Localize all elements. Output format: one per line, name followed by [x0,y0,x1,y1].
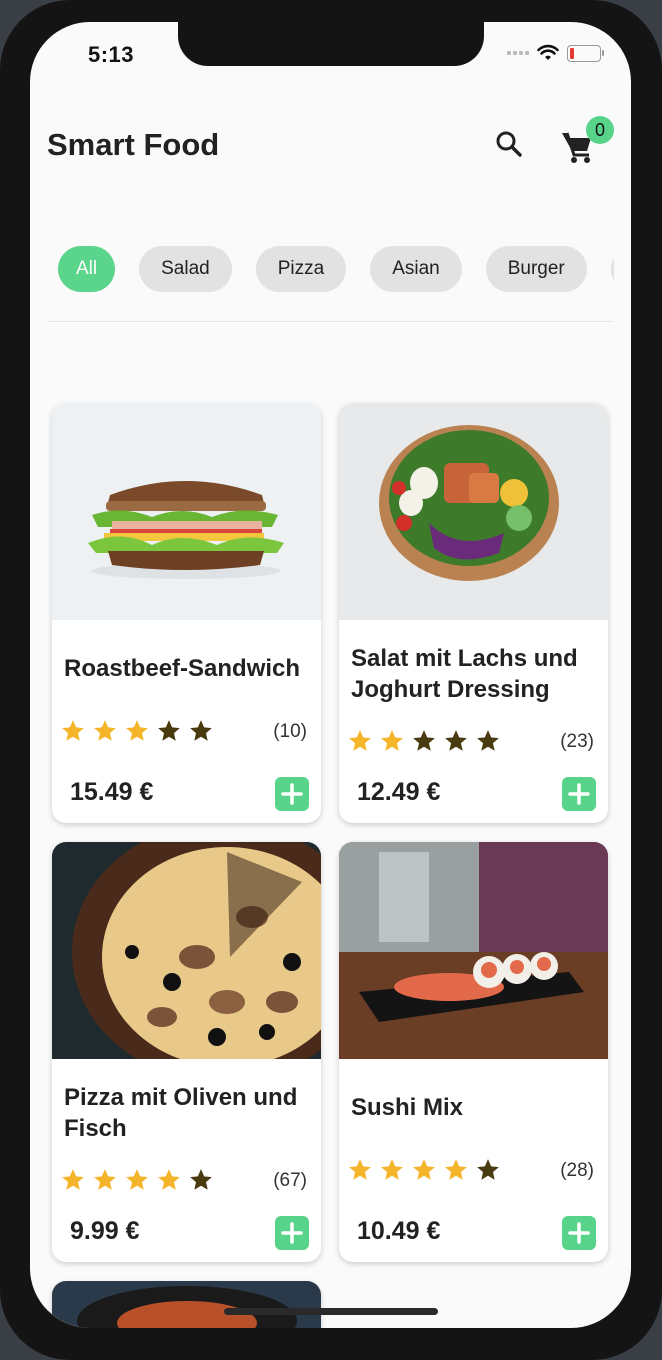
add-to-cart-button[interactable] [275,1216,309,1250]
product-name: Roastbeef-Sandwich [64,655,301,682]
review-count: (28) [560,1160,594,1181]
star-filled-icon [381,1159,403,1180]
star-dark-icon [477,1159,499,1180]
star-dark-icon [413,730,435,751]
product-name: Pizza mit Oliven und Fisch [64,1084,298,1142]
star-filled-icon [62,1169,84,1190]
category-chip-more[interactable]: D [610,246,614,292]
rating-stars [60,1167,214,1193]
review-count: (23) [560,731,594,752]
star-dark-icon [190,1169,212,1190]
star-filled-icon [158,1169,180,1190]
product-card[interactable]: Sushi Mix (28) 10.49 € [339,842,608,1262]
product-image-salad [339,403,608,620]
review-count: (67) [273,1170,307,1191]
category-filter: All Salad Pizza Asian Burger D [58,246,614,296]
product-image-pizza [52,842,321,1059]
add-to-cart-button[interactable] [562,1216,596,1250]
star-dark-icon [158,720,180,741]
product-card[interactable]: Pizza mit Oliven und Fisch (67) 9.99 € [52,842,321,1262]
divider [47,321,613,322]
category-chip-burger[interactable]: Burger [485,246,587,292]
star-dark-icon [445,730,467,751]
star-filled-icon [349,1159,371,1180]
search-button[interactable] [492,127,528,163]
product-image-sushi [339,842,608,1059]
product-name: Sushi Mix [351,1094,464,1121]
plus-icon [281,783,303,805]
rating-stars [347,1157,501,1183]
star-filled-icon [445,1159,467,1180]
product-image-sandwich [52,403,321,620]
category-chip-all[interactable]: All [58,246,116,292]
search-icon [496,131,522,157]
star-filled-icon [126,720,148,741]
product-card-partial[interactable] [52,1281,321,1328]
product-price: 9.99 € [70,1217,140,1245]
wifi-icon [537,44,559,60]
star-filled-icon [126,1169,148,1190]
review-count: (10) [273,721,307,742]
rating-stars [60,718,214,744]
battery-icon [567,44,604,62]
category-chip-pizza[interactable]: Pizza [255,246,347,292]
status-icons [507,44,604,62]
device-notch [178,22,484,66]
add-to-cart-button[interactable] [562,777,596,811]
plus-icon [281,1222,303,1244]
star-filled-icon [381,730,403,751]
home-indicator [224,1308,438,1315]
product-card[interactable]: Roastbeef-Sandwich (10) 15.49 € [52,403,321,823]
app-title: Smart Food [47,127,220,162]
star-filled-icon [94,720,116,741]
product-image-next [52,1281,321,1328]
product-price: 12.49 € [357,778,441,806]
add-to-cart-button[interactable] [275,777,309,811]
star-filled-icon [62,720,84,741]
app-screen: 5:13 Smart Food 0 All Salad Pizza Asian … [30,22,631,1328]
product-price: 10.49 € [357,1217,441,1245]
star-dark-icon [190,720,212,741]
star-filled-icon [413,1159,435,1180]
product-name: Salat mit Lachs und Joghurt Dressing [351,645,578,703]
plus-icon [568,783,590,805]
star-dark-icon [477,730,499,751]
plus-icon [568,1222,590,1244]
status-time: 5:13 [88,42,135,67]
product-price: 15.49 € [70,778,154,806]
rating-stars [347,728,501,754]
category-chip-asian[interactable]: Asian [370,246,462,292]
product-card[interactable]: Salat mit Lachs und Joghurt Dressing (23… [339,403,608,823]
signal-icon [507,51,529,55]
category-chip-salad[interactable]: Salad [139,246,232,292]
cart-count-badge: 0 [586,116,614,144]
star-filled-icon [349,730,371,751]
star-filled-icon [94,1169,116,1190]
